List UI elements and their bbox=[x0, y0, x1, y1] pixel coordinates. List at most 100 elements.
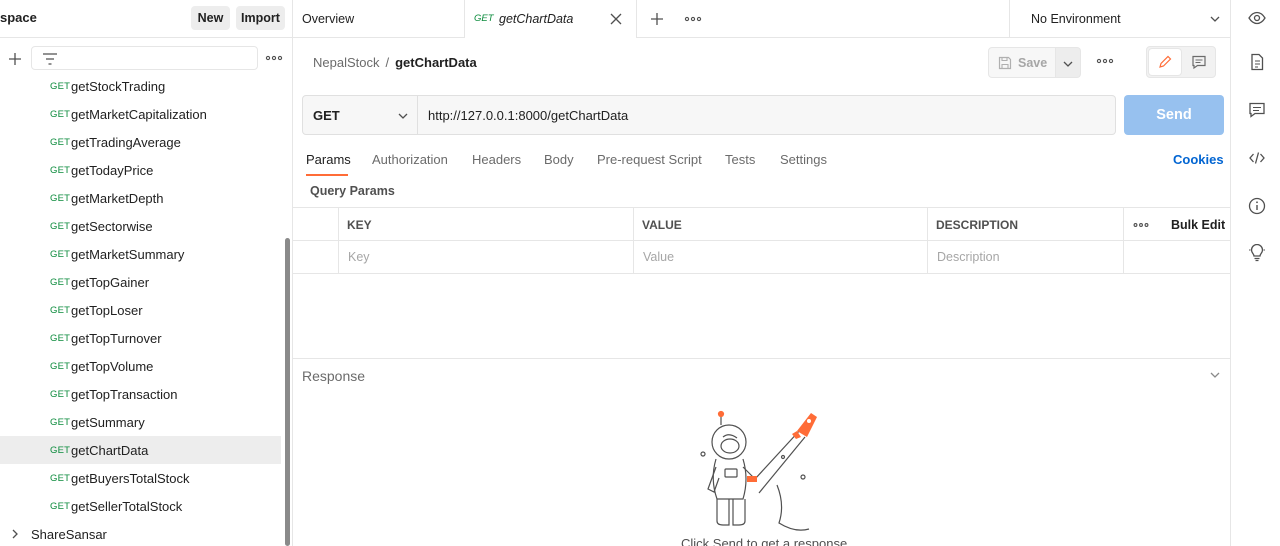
method-badge: GET bbox=[50, 249, 71, 260]
environment-label: No Environment bbox=[1031, 12, 1121, 26]
request-item[interactable]: GET getMarketCapitalization bbox=[0, 100, 281, 128]
request-name: getTopGainer bbox=[71, 275, 150, 290]
send-button[interactable]: Send bbox=[1124, 95, 1224, 135]
request-name: getChartData bbox=[71, 443, 149, 458]
tab-overview[interactable]: Overview bbox=[293, 0, 465, 38]
tab-params[interactable]: Params bbox=[306, 152, 351, 167]
method-badge: GET bbox=[50, 165, 71, 176]
request-item[interactable]: GET getSummary bbox=[0, 408, 281, 436]
tab-settings[interactable]: Settings bbox=[780, 152, 827, 167]
value-input[interactable]: Value bbox=[643, 250, 674, 264]
method-badge: GET bbox=[50, 361, 71, 372]
folder-name: ShareSansar bbox=[31, 527, 107, 542]
request-name: getSummary bbox=[71, 415, 145, 430]
cookies-link[interactable]: Cookies bbox=[1173, 152, 1224, 167]
request-tabs: Params Authorization Headers Body Pre-re… bbox=[293, 142, 1230, 178]
request-item[interactable]: GET getStockTrading bbox=[0, 72, 281, 100]
request-name: getSellerTotalStock bbox=[71, 499, 183, 514]
save-icon bbox=[998, 56, 1012, 70]
url-text: http://127.0.0.1:8000/getChartData bbox=[428, 108, 629, 123]
request-item[interactable]: GET getSellerTotalStock bbox=[0, 492, 281, 520]
sidebar-toolbar bbox=[0, 38, 292, 74]
bulk-edit-button[interactable]: Bulk Edit bbox=[1171, 218, 1225, 232]
add-tab-icon[interactable] bbox=[649, 11, 665, 27]
comment-icon bbox=[1192, 55, 1206, 70]
method-label: GET bbox=[313, 108, 340, 123]
method-badge: GET bbox=[50, 473, 71, 484]
close-icon[interactable] bbox=[609, 12, 623, 26]
description-input[interactable]: Description bbox=[937, 250, 1000, 264]
document-icon[interactable] bbox=[1248, 53, 1266, 71]
more-icon[interactable] bbox=[684, 13, 702, 25]
request-item[interactable]: GET getTopTurnover bbox=[0, 324, 281, 352]
request-item-active[interactable]: GET getChartData bbox=[0, 436, 281, 464]
request-item[interactable]: GET getTradingAverage bbox=[0, 128, 281, 156]
request-item[interactable]: GET getTopGainer bbox=[0, 268, 281, 296]
edit-mode-button[interactable] bbox=[1149, 49, 1181, 75]
chevron-right-icon[interactable] bbox=[9, 528, 21, 540]
breadcrumb-request[interactable]: getChartData bbox=[395, 55, 477, 70]
eye-icon[interactable] bbox=[1248, 9, 1266, 27]
url-input[interactable]: http://127.0.0.1:8000/getChartData bbox=[418, 95, 1116, 135]
method-badge: GET bbox=[50, 221, 71, 232]
more-icon[interactable] bbox=[265, 51, 283, 65]
key-header: KEY bbox=[347, 218, 372, 232]
request-name: getBuyersTotalStock bbox=[71, 471, 190, 486]
edit-icon bbox=[1159, 55, 1172, 68]
request-editor: NepalStock / getChartData Save GET http:… bbox=[293, 38, 1230, 546]
request-name: getMarketCapitalization bbox=[71, 107, 207, 122]
tab-headers[interactable]: Headers bbox=[472, 152, 521, 167]
method-badge: GET bbox=[50, 389, 71, 400]
request-item[interactable]: GET getTopLoser bbox=[0, 296, 281, 324]
request-item[interactable]: GET getSectorwise bbox=[0, 212, 281, 240]
request-name: getStockTrading bbox=[71, 79, 166, 94]
save-button[interactable]: Save bbox=[988, 47, 1056, 78]
value-header: VALUE bbox=[642, 218, 682, 232]
tab-tests[interactable]: Tests bbox=[725, 152, 755, 167]
breadcrumb-collection[interactable]: NepalStock bbox=[313, 55, 379, 70]
method-badge: GET bbox=[50, 277, 71, 288]
method-badge: GET bbox=[50, 445, 71, 456]
info-icon[interactable] bbox=[1248, 197, 1266, 215]
folder-item[interactable]: ShareSansar bbox=[0, 520, 281, 546]
sidebar-scrollbar[interactable] bbox=[285, 238, 290, 546]
request-item[interactable]: GET getMarketDepth bbox=[0, 184, 281, 212]
filter-input[interactable] bbox=[31, 46, 258, 70]
code-icon[interactable] bbox=[1248, 149, 1266, 167]
method-badge: GET bbox=[50, 501, 71, 512]
save-label: Save bbox=[1018, 56, 1048, 70]
filter-icon bbox=[43, 53, 57, 65]
tab-body[interactable]: Body bbox=[544, 152, 574, 167]
request-item[interactable]: GET getMarketSummary bbox=[0, 240, 281, 268]
request-name: getSectorwise bbox=[71, 219, 153, 234]
request-item[interactable]: GET getTopTransaction bbox=[0, 380, 281, 408]
method-badge: GET bbox=[50, 193, 71, 204]
chevron-down-icon bbox=[398, 113, 408, 119]
active-tab-indicator bbox=[306, 174, 348, 176]
request-item[interactable]: GET getTopVolume bbox=[0, 352, 281, 380]
new-button[interactable]: New bbox=[191, 6, 230, 30]
save-dropdown-button[interactable] bbox=[1056, 47, 1081, 78]
more-icon[interactable] bbox=[1096, 55, 1114, 67]
chevron-down-icon bbox=[1063, 61, 1073, 67]
chevron-down-icon[interactable] bbox=[1209, 369, 1221, 381]
method-badge: GET bbox=[50, 81, 71, 92]
tab-authorization[interactable]: Authorization bbox=[372, 152, 448, 167]
tab-pre-request-script[interactable]: Pre-request Script bbox=[597, 152, 702, 167]
query-params-title: Query Params bbox=[310, 184, 395, 198]
key-input[interactable]: Key bbox=[348, 250, 370, 264]
method-select[interactable]: GET bbox=[302, 95, 418, 135]
comment-mode-button[interactable] bbox=[1183, 49, 1215, 75]
comment-icon[interactable] bbox=[1248, 101, 1266, 119]
plus-icon[interactable] bbox=[6, 50, 24, 68]
request-item[interactable]: GET getTodayPrice bbox=[0, 156, 281, 184]
request-item[interactable]: GET getBuyersTotalStock bbox=[0, 464, 281, 492]
mode-switch bbox=[1146, 46, 1216, 78]
more-icon[interactable] bbox=[1133, 220, 1149, 230]
response-divider[interactable] bbox=[293, 358, 1230, 359]
import-button[interactable]: Import bbox=[236, 6, 285, 30]
bulb-icon[interactable] bbox=[1248, 244, 1266, 262]
method-badge: GET bbox=[50, 417, 71, 428]
request-name: getTopTurnover bbox=[71, 331, 162, 346]
environment-select[interactable]: No Environment bbox=[1009, 0, 1230, 38]
